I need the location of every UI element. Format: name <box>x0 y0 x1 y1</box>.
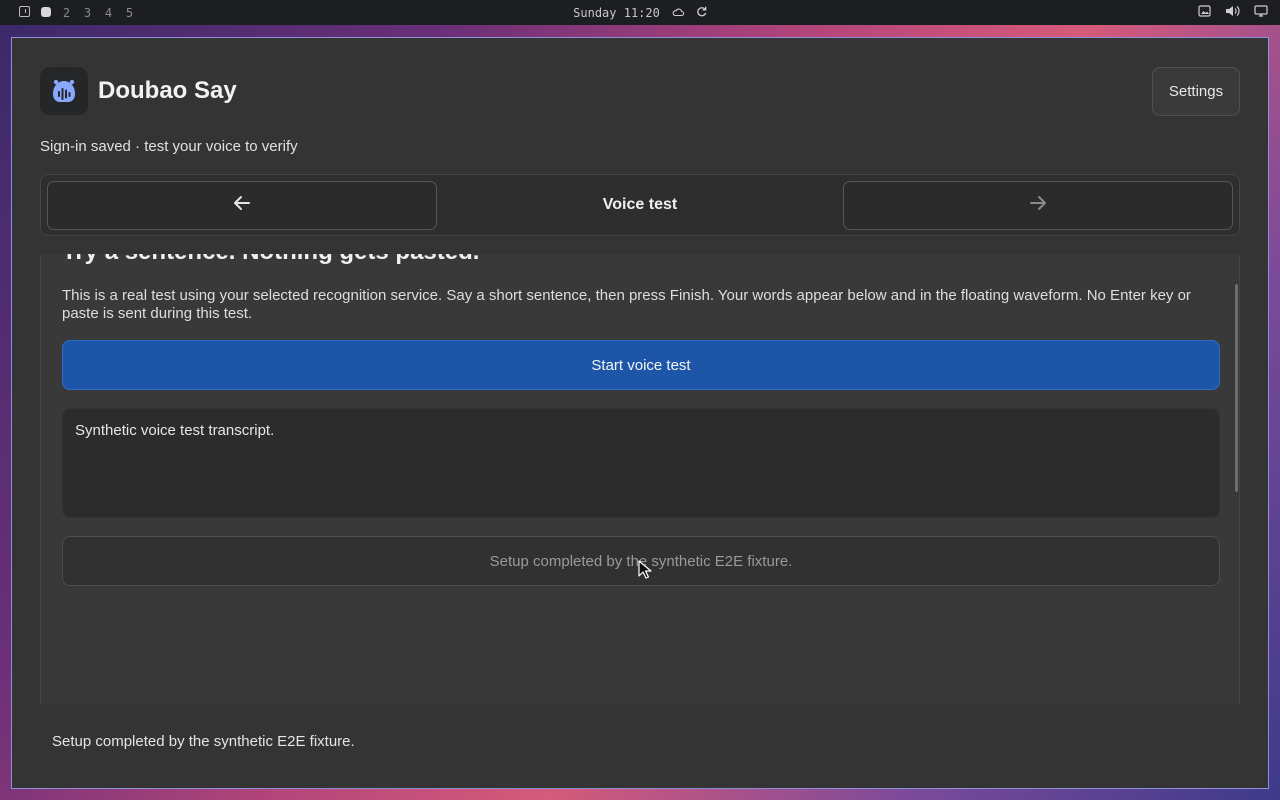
display-icon[interactable] <box>1254 5 1268 20</box>
footer-status: Setup completed by the synthetic E2E fix… <box>52 733 355 750</box>
step-navigation: Voice test <box>40 174 1240 236</box>
system-top-bar: 2 3 4 5 Sunday 11:20 <box>0 0 1280 25</box>
panel-heading: Try a sentence. Nothing gets pasted. <box>62 254 479 266</box>
settings-button[interactable]: Settings <box>1152 67 1240 116</box>
arrow-right-icon <box>1029 195 1047 216</box>
status-subtitle: Sign-in saved · test your voice to verif… <box>40 138 298 155</box>
clock-area: Sunday 11:20 <box>573 6 707 20</box>
app-window: Doubao Say Settings Sign-in saved · test… <box>11 37 1269 789</box>
waveform-logo-icon <box>53 79 75 102</box>
cloud-icon <box>672 6 684 20</box>
app-logo <box>40 67 88 115</box>
app-title: Doubao Say <box>98 77 237 104</box>
volume-icon[interactable] <box>1225 5 1240 20</box>
transcript-box[interactable]: Synthetic voice test transcript. <box>62 408 1220 518</box>
voice-test-panel[interactable]: Try a sentence. Nothing gets pasted. Thi… <box>40 254 1240 704</box>
workspace-active-icon[interactable] <box>35 6 56 20</box>
workspace-switcher: 2 3 4 5 <box>0 5 140 20</box>
workspace-4[interactable]: 4 <box>98 6 119 20</box>
app-header: Doubao Say <box>40 67 237 115</box>
next-button[interactable] <box>843 181 1233 230</box>
workspace-3[interactable]: 3 <box>77 6 98 20</box>
screenshot-icon[interactable] <box>1198 5 1211 20</box>
mouse-cursor-icon <box>638 560 652 579</box>
back-button[interactable] <box>47 181 437 230</box>
workspace-5[interactable]: 5 <box>119 6 140 20</box>
panel-scrollbar[interactable] <box>1235 284 1238 492</box>
tray <box>1198 5 1280 20</box>
layout-icon[interactable] <box>14 5 35 20</box>
panel-description: This is a real test using your selected … <box>62 287 1191 322</box>
arrow-left-icon <box>233 195 251 216</box>
start-voice-test-button[interactable]: Start voice test <box>62 340 1220 390</box>
refresh-icon[interactable] <box>696 6 707 20</box>
workspace-2[interactable]: 2 <box>56 6 77 20</box>
clock[interactable]: Sunday 11:20 <box>573 6 660 20</box>
